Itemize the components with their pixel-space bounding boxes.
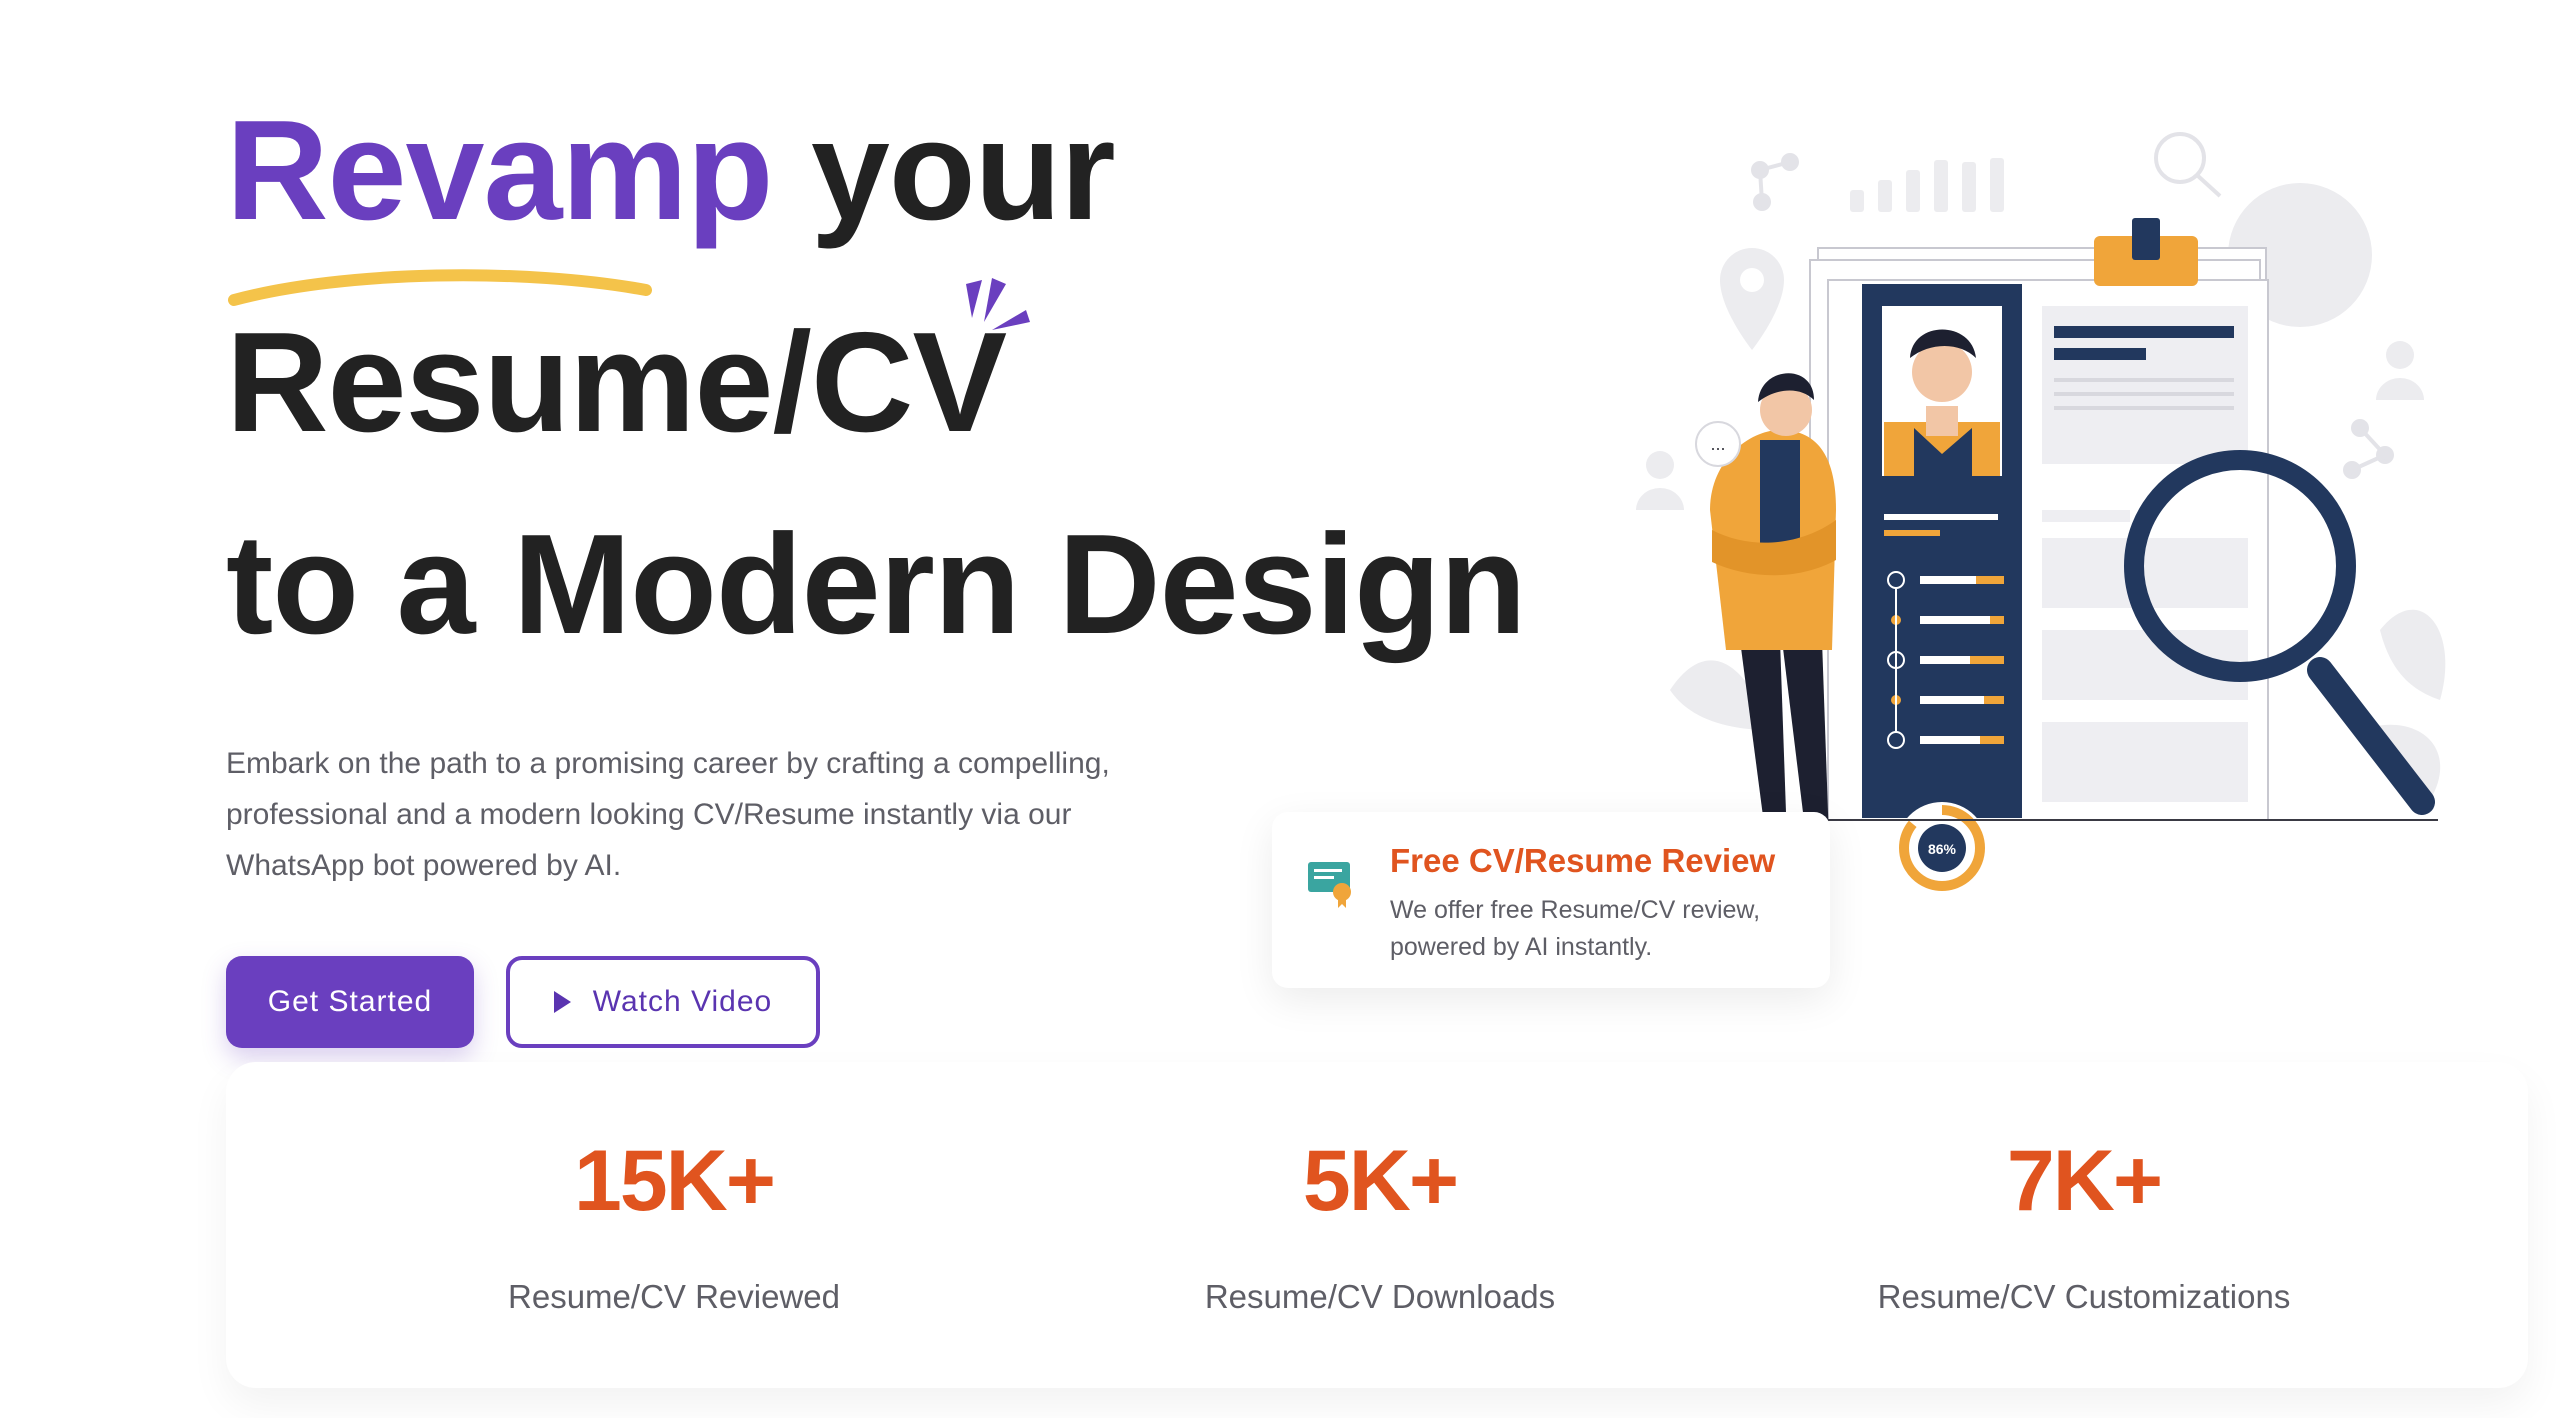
stat-label: Resume/CV Customizations: [1877, 1278, 2291, 1315]
certificate-icon: [1308, 862, 1351, 908]
score-ring: 86%: [1896, 802, 1988, 894]
stat-value: 15K+: [574, 1133, 776, 1229]
score-text: 86%: [1928, 841, 1957, 857]
review-card: Free CV/Resume Review We offer free Resu…: [1272, 812, 1830, 988]
play-icon: [553, 991, 571, 1013]
headline-line-2: Resume/CV: [226, 303, 1007, 462]
headline-line-1: Revamp your: [226, 100, 1116, 242]
swoosh-underline-icon: [228, 269, 652, 306]
review-card-text: We offer free Resume/CV review, powered …: [1390, 896, 1761, 961]
get-started-button[interactable]: Get Started: [226, 956, 474, 1048]
standing-man: ...: [1695, 373, 1836, 870]
hero-description: Embark on the path to a promising career…: [226, 747, 1110, 882]
sparkle-icon: [966, 278, 1030, 330]
watch-video-label: Watch Video: [592, 985, 773, 1018]
stat-value: 5K+: [1302, 1133, 1459, 1229]
stat-label: Resume/CV Downloads: [1204, 1278, 1556, 1315]
speech-bubble-text: ...: [1710, 434, 1725, 454]
watch-video-button[interactable]: Watch Video: [506, 956, 820, 1048]
headline-accent-word: Revamp: [226, 91, 773, 250]
headline-line-3: to a Modern Design: [226, 505, 1527, 664]
stat-label: Resume/CV Reviewed: [508, 1278, 840, 1315]
review-card-title: Free CV/Resume Review: [1390, 842, 1776, 879]
landing-page: Revamp your Resume/CV to a Modern Design…: [0, 0, 2558, 1418]
stat-value: 7K+: [2006, 1133, 2163, 1229]
headline-line-1-rest: your: [810, 91, 1116, 250]
stats-panel: 15K+ Resume/CV Reviewed 5K+ Resume/CV Do…: [226, 1062, 2528, 1388]
